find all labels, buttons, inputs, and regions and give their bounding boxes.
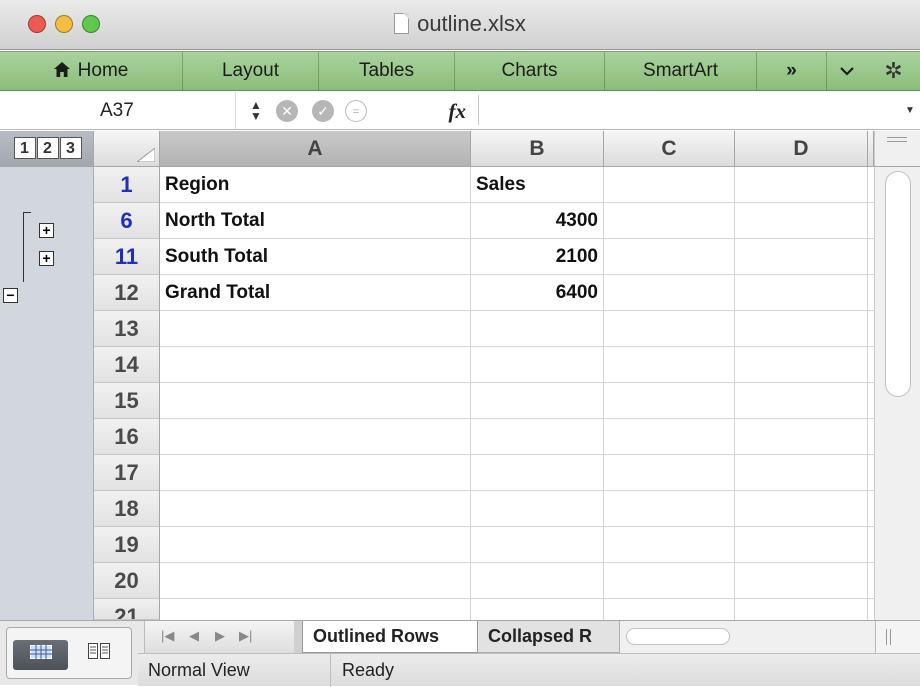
row-header[interactable]: 17 (94, 455, 160, 491)
horizontal-scrollbar[interactable] (620, 621, 875, 653)
name-box[interactable]: A37 (0, 92, 236, 129)
row-header[interactable]: 21 (94, 599, 160, 620)
vertical-scroll-thumb[interactable] (885, 171, 911, 397)
formula-input[interactable] (484, 92, 904, 129)
horizontal-scroll-thumb[interactable] (626, 628, 730, 645)
page-layout-view-button[interactable] (73, 640, 125, 670)
zoom-window-button[interactable] (82, 15, 100, 33)
collapse-group-button[interactable]: − (3, 288, 18, 303)
sheet-navigation: |◀ ◀ ▶ ▶| (144, 621, 294, 653)
tab-layout[interactable]: Layout (183, 52, 319, 90)
more-tabs-button[interactable]: » (757, 52, 827, 90)
cell-b1[interactable]: Sales (471, 167, 604, 203)
outline-level-buttons: 1 2 3 (0, 131, 94, 167)
outline-bracket-tick (23, 212, 31, 213)
row-header[interactable]: 11 (94, 239, 160, 275)
cell-b6[interactable]: 4300 (471, 203, 604, 239)
row-header[interactable]: 6 (94, 203, 160, 239)
previous-sheet-icon[interactable]: ◀ (189, 628, 199, 644)
tab-home[interactable]: Home (0, 52, 183, 90)
row-header[interactable]: 15 (94, 383, 160, 419)
status-text: Ready (342, 660, 395, 680)
outline-level-1-button[interactable]: 1 (13, 137, 36, 159)
row-header[interactable]: 18 (94, 491, 160, 527)
status-divider (330, 654, 331, 687)
confirm-formula-button[interactable]: ✓ (312, 100, 334, 122)
expand-formula-icon[interactable]: ▼ (905, 105, 915, 116)
ribbon-tabs: Home Layout Tables Charts SmartArt » ✲ (0, 51, 920, 91)
row-header[interactable]: 1 (94, 167, 160, 203)
expand-group-north-button[interactable]: + (39, 223, 54, 238)
cell-a12[interactable]: Grand Total (160, 275, 471, 311)
row-header[interactable]: 12 (94, 275, 160, 311)
outline-gutter: + + − (0, 167, 94, 620)
close-window-button[interactable] (28, 15, 46, 33)
normal-view-button[interactable] (13, 640, 68, 670)
status-bar: Normal View Ready (138, 653, 920, 687)
equals-button[interactable]: = (345, 100, 367, 122)
cell-a1[interactable]: Region (160, 167, 471, 203)
insert-function-button[interactable]: fx (372, 98, 472, 124)
expand-group-south-button[interactable]: + (39, 251, 54, 266)
row-header[interactable]: 16 (94, 419, 160, 455)
house-icon (53, 53, 70, 91)
formula-divider (478, 95, 479, 125)
last-sheet-icon[interactable]: ▶| (239, 628, 252, 644)
row-header[interactable]: 13 (94, 311, 160, 347)
minimize-window-button[interactable] (55, 15, 73, 33)
tab-split-handle[interactable] (875, 621, 920, 653)
formula-bar: A37 ▲ ▼ ✕ ✓ = fx ▼ (0, 92, 920, 130)
row-header[interactable]: 14 (94, 347, 160, 383)
view-switcher (6, 627, 132, 679)
next-sheet-icon[interactable]: ▶ (215, 628, 225, 644)
sheet-tab-active[interactable]: Outlined Rows (302, 621, 478, 653)
cell-b12[interactable]: 6400 (471, 275, 604, 311)
cell-b11[interactable]: 2100 (471, 239, 604, 275)
name-box-stepper[interactable]: ▲ ▼ (248, 99, 264, 122)
bottom-bar: |◀ ◀ ▶ ▶| Outlined Rows Collapsed R Norm… (0, 620, 920, 687)
cell-a6[interactable]: North Total (160, 203, 471, 239)
window-title: outline.xlsx (0, 11, 920, 37)
tab-tables[interactable]: Tables (319, 52, 455, 90)
tab-spacer (294, 621, 302, 653)
cell-a11[interactable]: South Total (160, 239, 471, 275)
document-icon (394, 13, 410, 34)
view-mode-label: Normal View (148, 660, 250, 680)
outline-level-2-button[interactable]: 2 (36, 137, 59, 159)
sheet-tab[interactable]: Collapsed R (478, 621, 620, 653)
outline-bracket (23, 212, 24, 282)
column-header-d[interactable]: D (735, 131, 868, 167)
cell-grid: Region Sales North Total 4300 South Tota… (160, 167, 874, 620)
chevron-down-icon[interactable] (827, 52, 867, 90)
tab-charts[interactable]: Charts (455, 52, 605, 90)
title-bar: outline.xlsx (0, 0, 920, 50)
vertical-scrollbar[interactable] (874, 167, 920, 620)
column-header-b[interactable]: B (471, 131, 604, 167)
column-header-a[interactable]: A (160, 131, 471, 167)
column-header-c[interactable]: C (604, 131, 735, 167)
first-sheet-icon[interactable]: |◀ (161, 628, 174, 644)
cancel-formula-button[interactable]: ✕ (276, 100, 298, 122)
outline-level-3-button[interactable]: 3 (59, 137, 82, 159)
row-header[interactable]: 20 (94, 563, 160, 599)
gear-icon[interactable]: ✲ (867, 52, 920, 90)
split-handle[interactable] (874, 131, 920, 167)
row-header[interactable]: 19 (94, 527, 160, 563)
select-all-corner[interactable] (94, 131, 160, 167)
tab-smartart[interactable]: SmartArt (605, 52, 757, 90)
